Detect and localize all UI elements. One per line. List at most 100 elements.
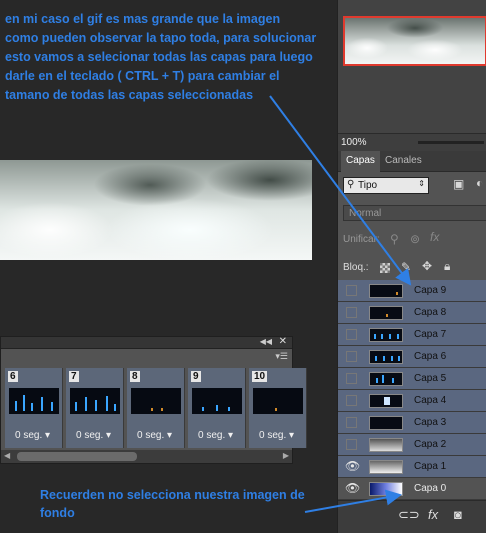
frame-delay[interactable]: 0 seg. ▾ [198,430,233,441]
blend-mode-select[interactable]: Normal [343,205,486,221]
timeline-frame[interactable]: 9 0 seg. ▾ [188,368,246,448]
navigator-zoom-row: 100% [338,133,486,151]
visibility-toggle[interactable] [346,329,357,340]
layer-row[interactable]: Capa 7 [338,324,486,346]
link-icon[interactable]: ⊂⊃ [398,507,420,523]
layer-name[interactable]: Capa 8 [414,307,446,318]
scroll-left-icon[interactable]: ◀ [4,451,10,460]
layer-name[interactable]: Capa 7 [414,329,446,340]
unify-style-icon[interactable]: fx [430,230,439,244]
blend-mode-label: Normal [349,208,382,219]
frame-thumbnail [70,388,120,414]
lock-all-icon[interactable]: 🔒︎ [444,259,450,274]
timeline-frame[interactable]: 10 0 seg. ▾ [249,368,307,448]
visibility-toggle[interactable] [346,439,357,450]
visibility-toggle[interactable] [346,373,357,384]
layer-filter-select[interactable]: ⚲ Tipo ⇕ [343,177,429,194]
layer-name[interactable]: Capa 0 [414,483,446,494]
unify-visibility-icon[interactable]: ⊚ [410,232,420,246]
annotation-bottom: Recuerden no selecciona nuestra imagen d… [40,486,340,522]
layer-thumbnail [369,482,403,496]
frame-thumbnail [9,388,59,414]
frame-delay[interactable]: 0 seg. ▾ [259,430,294,441]
timeline-scrollbar[interactable]: ◀ ▶ [1,450,292,463]
layer-row[interactable]: Capa 9 [338,280,486,302]
fx-icon[interactable]: fx [428,507,438,522]
eye-icon[interactable]: 👁︎ [345,481,360,495]
layer-thumbnail [369,284,403,298]
layer-thumbnail [369,416,403,430]
updown-arrows-icon: ⇕ [418,179,425,188]
panel-menu-icon[interactable]: ▾☰ [275,351,288,362]
tab-capas[interactable]: Capas [341,151,380,172]
timeline-frame[interactable]: 6 0 seg. ▾ [5,368,63,448]
layer-row[interactable]: 👁︎ Capa 0 [338,478,486,500]
timeline-frame[interactable]: 8 0 seg. ▾ [127,368,185,448]
layer-thumbnail [369,438,403,452]
zoom-value[interactable]: 100% [341,137,367,148]
lock-brush-icon[interactable]: ✎ [401,260,411,274]
filter-toggle-icon[interactable]: ◐ [476,176,483,190]
tab-canales[interactable]: Canales [380,151,427,172]
visibility-toggle[interactable] [346,285,357,296]
frame-thumbnail [192,388,242,414]
navigator-thumbnail[interactable] [343,16,486,66]
search-icon: ⚲ [347,179,355,190]
layers-list: Capa 9 Capa 8 Capa 7 Capa 6 Capa 5 Capa … [338,280,486,500]
close-icon[interactable]: ✕ [279,336,287,347]
scrollbar-thumb[interactable] [17,452,137,461]
frame-number: 7 [69,371,79,382]
visibility-toggle[interactable] [346,395,357,406]
frame-delay[interactable]: 0 seg. ▾ [15,430,50,441]
layer-name[interactable]: Capa 9 [414,285,446,296]
canvas-image [0,160,312,260]
layers-footer: ⊂⊃ fx ◙ [338,500,486,533]
layer-name[interactable]: Capa 6 [414,351,446,362]
layer-name[interactable]: Capa 1 [414,461,446,472]
visibility-toggle[interactable] [346,307,357,318]
layer-name[interactable]: Capa 4 [414,395,446,406]
annotation-line: darle en el teclado ( CTRL + T) para cam… [5,69,280,83]
filter-label: Tipo [358,180,378,191]
annotation-line: tamano de todas las capas seleccionadas [5,88,254,102]
lock-label: Bloq.: [343,262,369,273]
collapse-icon[interactable]: ◀◀ [260,337,272,346]
frame-thumbnail [253,388,303,414]
layer-row[interactable]: Capa 2 [338,434,486,456]
visibility-toggle[interactable] [346,351,357,362]
layer-row[interactable]: Capa 5 [338,368,486,390]
document-canvas-area: en mi caso el gif es mas grande que la i… [0,0,337,533]
frame-number: 8 [130,371,140,382]
layer-row[interactable]: Capa 6 [338,346,486,368]
frame-number: 6 [8,371,18,382]
layer-name[interactable]: Capa 5 [414,373,446,384]
layer-thumbnail [369,460,403,474]
scroll-right-icon[interactable]: ▶ [283,451,289,460]
lock-transparent-icon[interactable] [380,263,390,273]
frame-delay[interactable]: 0 seg. ▾ [137,430,172,441]
timeline-titlebar: ◀◀ ✕ [1,336,292,349]
navigator-panel [338,0,486,133]
zoom-slider[interactable] [418,141,484,144]
annotation-top: en mi caso el gif es mas grande que la i… [5,10,345,105]
annotation-line: fondo [40,506,75,520]
lock-move-icon[interactable]: ✥ [422,259,432,273]
layer-row[interactable]: Capa 3 [338,412,486,434]
timeline-frame[interactable]: 7 0 seg. ▾ [66,368,124,448]
frame-delay[interactable]: 0 seg. ▾ [76,430,111,441]
layer-name[interactable]: Capa 2 [414,439,446,450]
unify-position-icon[interactable]: ⚲ [390,232,399,246]
annotation-line: como pueden observar la tapo toda, para … [5,31,317,45]
layer-thumbnail [369,394,403,408]
layer-row[interactable]: Capa 4 [338,390,486,412]
layer-thumbnail [369,350,403,364]
frame-thumbnail [131,388,181,414]
layer-name[interactable]: Capa 3 [414,417,446,428]
layer-thumbnail [369,328,403,342]
mask-icon[interactable]: ◙ [454,507,462,522]
image-filter-icon[interactable]: ▣ [453,177,464,191]
layer-row[interactable]: 👁︎ Capa 1 [338,456,486,478]
layer-row[interactable]: Capa 8 [338,302,486,324]
eye-icon[interactable]: 👁︎ [345,459,360,473]
visibility-toggle[interactable] [346,417,357,428]
